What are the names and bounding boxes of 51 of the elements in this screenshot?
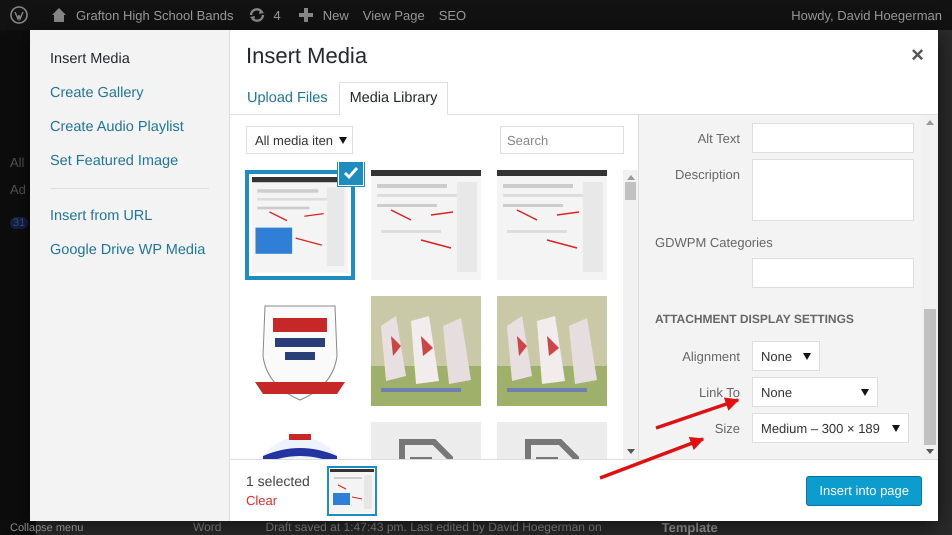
collapse-menu-link[interactable]: Collapse menu: [10, 522, 84, 534]
section-heading: ATTACHMENT DISPLAY SETTINGS: [655, 312, 855, 326]
view-page-link[interactable]: View Page: [362, 8, 425, 22]
refresh-icon[interactable]: [248, 6, 266, 24]
wordpress-logo-icon[interactable]: [10, 6, 28, 24]
draft-status: Draft saved at 1:47:43 pm. Last edited by David Hoegerman on: [265, 521, 602, 534]
account-greeting[interactable]: Howdy, David Hoegerman: [791, 8, 942, 22]
field-label: Size: [714, 421, 740, 436]
check-icon[interactable]: [339, 162, 363, 185]
categories-field[interactable]: [752, 258, 914, 288]
media-filter-select[interactable]: All media iten: [246, 126, 353, 154]
word-count-label: Word: [193, 521, 222, 534]
site-name[interactable]: Grafton High School Bands: [76, 8, 234, 22]
scrollbar[interactable]: [623, 170, 638, 459]
description-field[interactable]: [752, 159, 914, 221]
dropdown[interactable]: Medium – 300 × 189: [752, 413, 909, 443]
dropdown[interactable]: None: [752, 377, 878, 407]
media-thumbnail[interactable]: [371, 296, 481, 406]
field-label: Description: [674, 167, 740, 182]
menu-item[interactable]: Create Gallery: [50, 80, 209, 104]
field-label: Alt Text: [698, 131, 740, 146]
menu-text: All: [10, 155, 26, 170]
menu-item[interactable]: Google Drive WP Media: [50, 237, 209, 261]
menu-item[interactable]: Create Audio Playlist: [50, 114, 209, 138]
media-thumbnail[interactable]: [245, 170, 355, 280]
menu-item[interactable]: Set Featured Image: [50, 148, 209, 172]
plus-icon[interactable]: [296, 6, 315, 24]
close-button[interactable]: ×: [911, 44, 924, 66]
alt-text-field[interactable]: [752, 123, 914, 153]
field-label: Alignment: [682, 349, 740, 364]
media-thumbnail[interactable]: [371, 170, 481, 280]
search-field[interactable]: Search: [500, 126, 624, 154]
template-heading: Template: [662, 521, 718, 534]
clear-link[interactable]: Clear: [246, 493, 310, 508]
menu-item[interactable]: Insert from URL: [50, 203, 209, 227]
seo-link[interactable]: SEO: [438, 8, 466, 22]
menu-text: Ad: [10, 182, 27, 197]
selection-count: 1 selected: [246, 473, 310, 489]
media-thumbnail[interactable]: [497, 170, 607, 280]
menu-item[interactable]: Insert Media: [50, 46, 209, 70]
field-label: GDWPM Categories: [655, 235, 774, 250]
count-badge: 31: [10, 217, 28, 229]
modal-title: Insert Media: [246, 43, 368, 68]
home-icon[interactable]: [50, 6, 68, 24]
new-link[interactable]: New: [322, 8, 349, 22]
dropdown[interactable]: None: [752, 341, 820, 371]
update-count[interactable]: 4: [274, 8, 281, 22]
tab[interactable]: Upload Files: [236, 82, 339, 115]
tab[interactable]: Media Library: [338, 82, 448, 115]
field-label: Link To: [699, 385, 740, 400]
media-thumbnail[interactable]: [497, 296, 607, 406]
